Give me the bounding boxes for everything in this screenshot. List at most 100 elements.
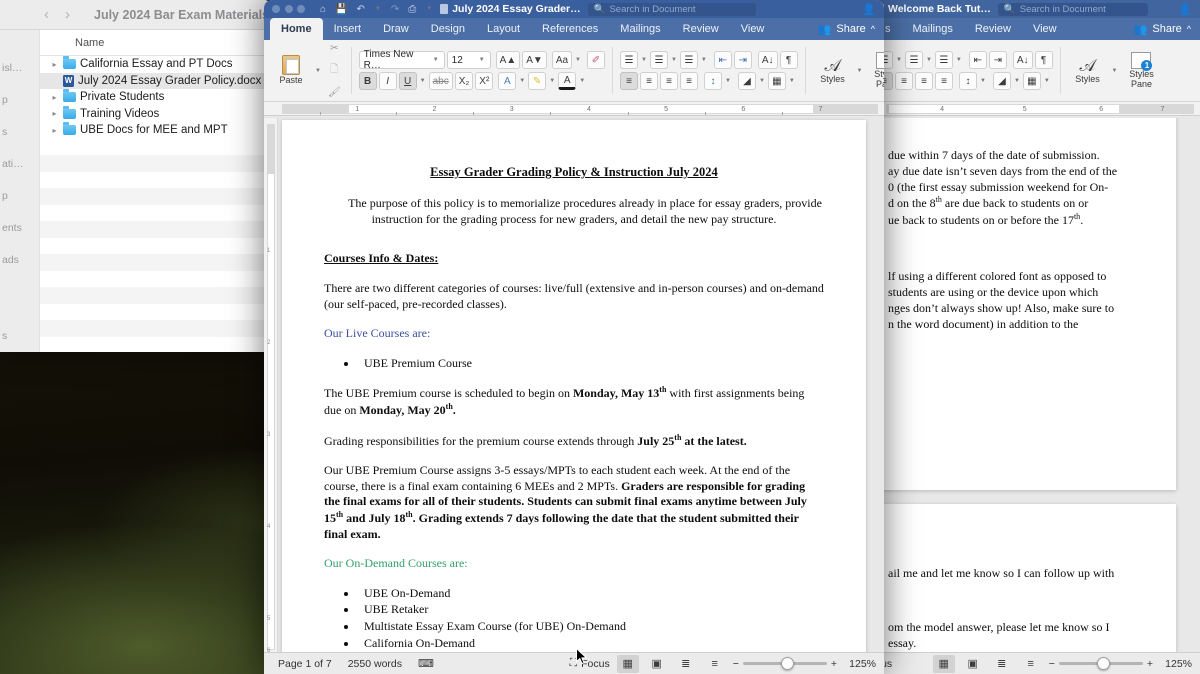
multilevel-list-button[interactable]: ☰: [934, 51, 953, 69]
table-row[interactable]: W July 2024 Essay Grader Policy.docx: [40, 72, 272, 89]
chevron-down-icon[interactable]: ▼: [574, 57, 582, 63]
web-layout-view-button[interactable]: ▣: [962, 655, 984, 673]
outline-view-button[interactable]: ≣: [675, 655, 697, 673]
chevron-down-icon[interactable]: ▼: [700, 57, 708, 63]
secondary-document-canvas[interactable]: due within 7 days of the date of submiss…: [868, 118, 1200, 652]
show-paragraph-marks-button[interactable]: ¶: [1034, 51, 1053, 69]
main-status-bar[interactable]: Page 1 of 7 2550 words ⌨ ⛶ Focus ▦ ▣ ≣ ≡…: [264, 652, 884, 674]
save-icon[interactable]: 💾: [335, 4, 347, 15]
font-color-button[interactable]: A: [558, 72, 577, 90]
secondary-zoom-level[interactable]: 125%: [1160, 658, 1192, 670]
line-spacing-button[interactable]: ↕: [959, 72, 977, 90]
chevron-right-icon[interactable]: ▸: [50, 126, 59, 135]
home-icon[interactable]: ⌂: [320, 4, 326, 15]
web-layout-view-button[interactable]: ▣: [646, 655, 668, 673]
bullets-button[interactable]: ☰: [620, 51, 638, 69]
chevron-down-icon[interactable]: ▼: [925, 57, 933, 63]
font-size-combo[interactable]: 12 ▼: [446, 51, 491, 69]
tab-insert[interactable]: Insert: [323, 18, 373, 40]
bold-button[interactable]: B: [358, 72, 377, 90]
paste-button[interactable]: Paste: [271, 55, 311, 86]
align-right-button[interactable]: ≡: [660, 72, 678, 90]
table-row[interactable]: ▸ Private Students: [40, 89, 272, 106]
increase-indent-button[interactable]: ⇥: [733, 51, 752, 69]
chevron-down-icon[interactable]: ▼: [670, 57, 678, 63]
chevron-down-icon[interactable]: ▼: [856, 68, 864, 74]
minimize-button[interactable]: [284, 5, 293, 13]
main-titlebar[interactable]: ⌂ 💾 ↶ ▼ ↷ ⎙ ▼ July 2024 Essay Grader… 🔍 …: [264, 0, 884, 18]
chevron-down-icon[interactable]: ▼: [1111, 68, 1119, 74]
justify-button[interactable]: ≡: [935, 72, 953, 90]
page-indicator[interactable]: Page 1 of 7: [278, 658, 332, 670]
chevron-down-icon[interactable]: ▼: [724, 78, 732, 84]
print-layout-view-button[interactable]: ▦: [932, 654, 955, 673]
clear-formatting-button[interactable]: ✐: [587, 51, 605, 69]
tab-references[interactable]: References: [531, 18, 609, 40]
sidebar-item-2[interactable]: s: [0, 116, 39, 148]
sidebar-item-6[interactable]: ads: [0, 244, 39, 276]
highlight-button[interactable]: ✎: [528, 72, 547, 90]
zoom-out-button[interactable]: −: [1049, 658, 1055, 670]
paragraph-group-2[interactable]: ☰ ▼ ☰ ▼ ☰ ▼ ⇤ ⇥ A↓ ¶ ≡ ≡ ≡ ≡ ↕ ▼ ◢ ▼ ▦ ▼: [870, 43, 1058, 98]
underline-button[interactable]: U: [398, 72, 417, 90]
tab-view[interactable]: View: [730, 18, 776, 40]
subscript-button[interactable]: X₂: [454, 72, 474, 90]
chevron-down-icon[interactable]: ▼: [895, 57, 903, 63]
finder-sidebar[interactable]: isl… p s ati… p ents ads s Dri…: [0, 30, 40, 352]
tab-review[interactable]: Review: [964, 18, 1022, 40]
numbering-button[interactable]: ☰: [904, 51, 923, 69]
sort-button[interactable]: A↓: [1012, 51, 1033, 69]
chevron-down-icon[interactable]: ▼: [432, 57, 440, 63]
chevron-down-icon[interactable]: ▼: [578, 78, 586, 84]
tab-layout[interactable]: Layout: [476, 18, 531, 40]
sidebar-item-4[interactable]: p: [0, 180, 39, 212]
word-count[interactable]: 2550 words: [348, 658, 402, 670]
draft-view-button[interactable]: ≡: [1020, 655, 1042, 673]
shading-button[interactable]: ◢: [992, 72, 1011, 90]
word-window-main[interactable]: ⌂ 💾 ↶ ▼ ↷ ⎙ ▼ July 2024 Essay Grader… 🔍 …: [264, 0, 884, 674]
line-spacing-button[interactable]: ↕: [704, 72, 722, 90]
zoom-knob[interactable]: [781, 657, 795, 670]
draft-view-button[interactable]: ≡: [704, 655, 726, 673]
chevron-down-icon[interactable]: ▼: [955, 57, 963, 63]
close-button[interactable]: [272, 5, 280, 13]
sidebar-item-0[interactable]: isl…: [0, 52, 39, 84]
table-row[interactable]: ▸ Training Videos: [40, 105, 272, 123]
align-right-button[interactable]: ≡: [915, 72, 933, 90]
align-center-button[interactable]: ≡: [895, 72, 913, 90]
chevron-down-icon[interactable]: ▼: [425, 6, 433, 12]
numbering-button[interactable]: ☰: [649, 51, 668, 69]
format-painter-icon[interactable]: 🖌: [325, 84, 344, 102]
justify-button[interactable]: ≡: [680, 72, 698, 90]
clipboard-group[interactable]: Paste ▼ ✂ 🗋 🖌: [266, 43, 349, 98]
document-page[interactable]: Essay Grader Grading Policy & Instructio…: [282, 120, 866, 652]
strikethrough-button[interactable]: abc: [428, 72, 453, 90]
vertical-ruler[interactable]: 1 2 3 4 5 6: [264, 118, 278, 652]
window-traffic-lights[interactable]: [272, 5, 305, 13]
main-account-icon[interactable]: 👤: [862, 3, 876, 16]
zoom-track[interactable]: [1058, 657, 1143, 670]
chevron-down-icon[interactable]: ▼: [314, 68, 322, 74]
copy-icon[interactable]: 🗋: [325, 62, 344, 80]
paragraph-group[interactable]: ☰ ▼ ☰ ▼ ☰ ▼ ⇤ ⇥ A↓ ¶ ≡ ≡ ≡ ≡ ↕ ▼ ◢ ▼ ▦ ▼: [615, 43, 803, 98]
sort-button[interactable]: A↓: [757, 51, 778, 69]
tab-draw[interactable]: Draw: [372, 18, 420, 40]
main-horizontal-ruler[interactable]: 1 2 3 4 5 6 7: [264, 102, 884, 116]
table-row[interactable]: ▸ California Essay and PT Docs: [40, 56, 272, 73]
zoom-in-button[interactable]: +: [1147, 658, 1153, 670]
zoom-track[interactable]: [742, 657, 827, 670]
decrease-indent-button[interactable]: ⇤: [968, 51, 987, 69]
quick-access-toolbar[interactable]: ⌂ 💾 ↶ ▼ ↷ ⎙ ▼: [320, 4, 433, 15]
chevron-up-icon[interactable]: ^: [1187, 24, 1191, 34]
secondary-account-icon[interactable]: 👤: [1178, 3, 1192, 16]
align-center-button[interactable]: ≡: [640, 72, 658, 90]
maximize-button[interactable]: [297, 5, 305, 13]
print-icon[interactable]: ⎙: [408, 4, 416, 15]
sidebar-item-3[interactable]: ati…: [0, 148, 39, 180]
outline-view-button[interactable]: ≣: [991, 655, 1013, 673]
finder-file-list[interactable]: Name ▸ California Essay and PT Docs W Ju…: [40, 30, 272, 352]
chevron-right-icon[interactable]: ▸: [50, 93, 59, 102]
main-zoom-level[interactable]: 125%: [844, 658, 876, 670]
styles-pane-button[interactable]: Styles Pane: [1121, 51, 1161, 90]
shading-button[interactable]: ◢: [737, 72, 756, 90]
